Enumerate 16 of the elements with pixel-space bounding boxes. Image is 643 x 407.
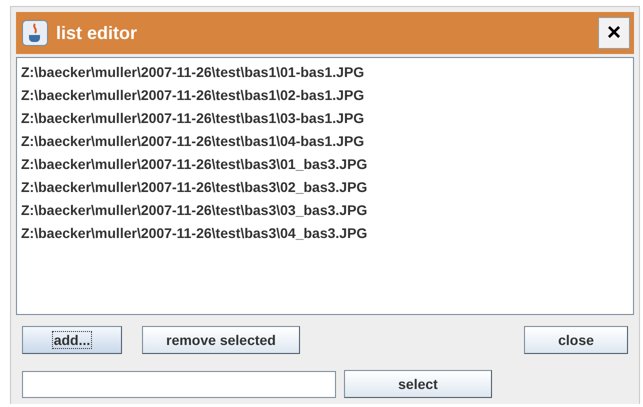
list-item[interactable]: Z:\baecker\muller\2007-11-26\test\bas1\01-bas1.JPG [21, 61, 629, 84]
coffee-cup-icon [22, 20, 48, 46]
close-button[interactable]: × [598, 17, 630, 49]
list-item[interactable]: Z:\baecker\muller\2007-11-26\test\bas1\03-bas1.JPG [21, 107, 629, 130]
list-item[interactable]: Z:\baecker\muller\2007-11-26\test\bas1\04-bas1.JPG [21, 130, 629, 153]
window-title: list editor [56, 22, 138, 44]
list-item[interactable]: Z:\baecker\muller\2007-11-26\test\bas3\02_bas3.JPG [21, 176, 629, 199]
list-item[interactable]: Z:\baecker\muller\2007-11-26\test\bas3\01_bas3.JPG [21, 153, 629, 176]
remove-selected-button[interactable]: remove selected [142, 326, 300, 354]
select-button[interactable]: select [344, 370, 492, 398]
add-button[interactable]: add... [22, 326, 122, 354]
list-item[interactable]: Z:\baecker\muller\2007-11-26\test\bas3\03_bas3.JPG [21, 199, 629, 222]
list-item[interactable]: Z:\baecker\muller\2007-11-26\test\bas1\02-bas1.JPG [21, 84, 629, 107]
input-field[interactable] [22, 370, 336, 398]
close-button[interactable]: close [524, 326, 628, 354]
list-item[interactable]: Z:\baecker\muller\2007-11-26\test\bas3\04_bas3.JPG [21, 222, 629, 245]
